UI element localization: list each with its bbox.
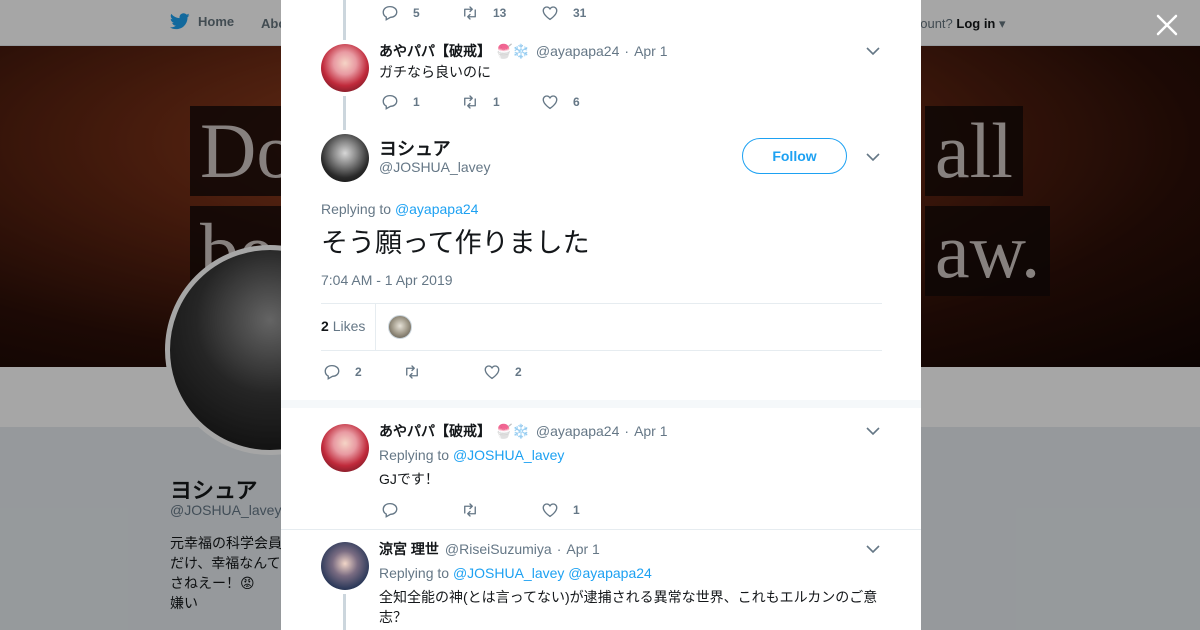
replying-to: Replying to @ayapapa24 <box>321 200 478 218</box>
tweet-time[interactable]: Apr 1 <box>634 422 667 440</box>
retweet-button[interactable] <box>403 363 483 381</box>
like-button[interactable]: 1 <box>541 501 621 519</box>
mention-link[interactable]: @ayapapa24 <box>568 565 652 581</box>
reply-count: 1 <box>413 95 420 109</box>
replying-to: Replying to @JOSHUA_lavey @ayapapa24 <box>379 564 652 582</box>
retweet-icon <box>406 365 418 379</box>
replying-to-label: Replying to <box>321 201 392 217</box>
reply-icon <box>324 364 340 380</box>
tweet-timestamp[interactable]: 7:04 AM - 1 Apr 2019 <box>321 272 453 288</box>
tweet-text: そう願って作りました <box>321 228 590 258</box>
tweet-time[interactable]: Apr 1 <box>634 42 667 60</box>
replying-to: Replying to @JOSHUA_lavey <box>379 446 564 464</box>
like-count: 31 <box>573 6 587 20</box>
tweet-stats: 2 Likes <box>321 303 882 351</box>
chevron-down-icon[interactable] <box>866 46 880 56</box>
tweet-header: 涼宮 理世 @RiseiSuzumiya · Apr 1 <box>379 540 600 558</box>
replying-to-label: Replying to <box>379 565 450 581</box>
chevron-down-icon[interactable] <box>866 426 880 436</box>
follow-button[interactable]: Follow <box>742 138 847 174</box>
like-count: 1 <box>573 503 580 517</box>
retweet-button[interactable] <box>461 501 541 519</box>
heart-icon <box>542 95 558 110</box>
tweet-divider <box>281 529 921 530</box>
tweet-actions: 1 <box>381 501 621 519</box>
tweet-text: 全知全能の神(とは言ってない)が逮捕される異常な世界、これもエルカンのご意志？ <box>379 589 878 625</box>
name-emoji: 🍧❄️ <box>495 423 530 439</box>
avatar[interactable] <box>321 134 369 182</box>
retweet-icon <box>464 6 476 20</box>
reply-icon <box>382 502 398 518</box>
avatar[interactable] <box>321 44 369 92</box>
avatar[interactable] <box>321 542 369 590</box>
mention-link[interactable]: @JOSHUA_lavey <box>453 565 564 581</box>
tweet-modal: 5 13 31 あやパパ【破戒】 🍧❄️ @ayapapa24 · Apr 1 … <box>281 0 921 630</box>
like-count: 2 <box>515 365 522 379</box>
thread-line <box>343 0 346 40</box>
thread-line <box>343 96 346 130</box>
replying-to-label: Replying to <box>379 447 450 463</box>
tweet-text: ガチなら良いのに <box>379 64 491 80</box>
heart-icon <box>484 365 500 380</box>
tweet-time[interactable]: Apr 1 <box>566 540 599 558</box>
separator-dot: · <box>556 541 562 557</box>
display-name[interactable]: あやパパ【破戒】 <box>379 42 491 60</box>
retweet-count: 1 <box>493 95 500 109</box>
chevron-down-icon[interactable] <box>866 544 880 554</box>
like-count: 6 <box>573 95 580 109</box>
mention-link[interactable]: @JOSHUA_lavey <box>453 447 564 463</box>
username[interactable]: @ayapapa24 <box>536 42 620 60</box>
reply-button[interactable]: 5 <box>381 4 461 22</box>
tweet-actions: 1 1 6 <box>381 93 621 111</box>
tweet-actions: 5 13 31 <box>381 4 621 22</box>
heart-icon <box>542 503 558 518</box>
display-name[interactable]: 涼宮 理世 <box>379 540 439 558</box>
display-name[interactable]: ヨシュア <box>379 135 451 161</box>
reply-icon <box>382 5 398 21</box>
liker-avatar[interactable] <box>388 315 412 339</box>
username[interactable]: @ayapapa24 <box>536 422 620 440</box>
name-emoji: 🍧❄️ <box>495 43 530 59</box>
reply-button[interactable] <box>381 501 461 519</box>
section-divider <box>281 400 921 408</box>
retweet-count: 13 <box>493 6 507 20</box>
tweet-text: GJです！ <box>379 471 439 487</box>
display-name[interactable]: あやパパ【破戒】 <box>379 422 491 440</box>
thread-line <box>343 594 346 630</box>
like-button[interactable]: 2 <box>483 363 563 381</box>
likes-stat[interactable]: 2 Likes <box>321 318 365 334</box>
separator-dot: · <box>624 423 630 439</box>
reply-count: 2 <box>355 365 362 379</box>
reply-count: 5 <box>413 6 420 20</box>
retweet-icon <box>464 503 476 517</box>
like-button[interactable]: 31 <box>541 4 621 22</box>
likes-label: Likes <box>332 318 366 334</box>
heart-icon <box>542 6 558 21</box>
retweet-button[interactable]: 13 <box>461 4 541 22</box>
likes-count: 2 <box>321 318 329 334</box>
username[interactable]: @JOSHUA_lavey <box>379 159 490 175</box>
retweet-icon <box>464 95 476 109</box>
like-button[interactable]: 6 <box>541 93 621 111</box>
avatar[interactable] <box>321 424 369 472</box>
retweet-button[interactable]: 1 <box>461 93 541 111</box>
tweet-header: あやパパ【破戒】 🍧❄️ @ayapapa24 · Apr 1 <box>379 422 668 440</box>
username[interactable]: @RiseiSuzumiya <box>445 540 552 558</box>
mention-link[interactable]: @ayapapa24 <box>395 201 479 217</box>
reply-button[interactable]: 1 <box>381 93 461 111</box>
chevron-down-icon[interactable] <box>866 152 880 162</box>
tweet-actions: 2 2 <box>323 363 563 381</box>
close-icon[interactable] <box>1154 12 1180 38</box>
reply-icon <box>382 94 398 110</box>
stats-divider <box>375 304 376 350</box>
tweet-header: あやパパ【破戒】 🍧❄️ @ayapapa24 · Apr 1 <box>379 42 668 60</box>
reply-button[interactable]: 2 <box>323 363 403 381</box>
separator-dot: · <box>624 43 630 59</box>
